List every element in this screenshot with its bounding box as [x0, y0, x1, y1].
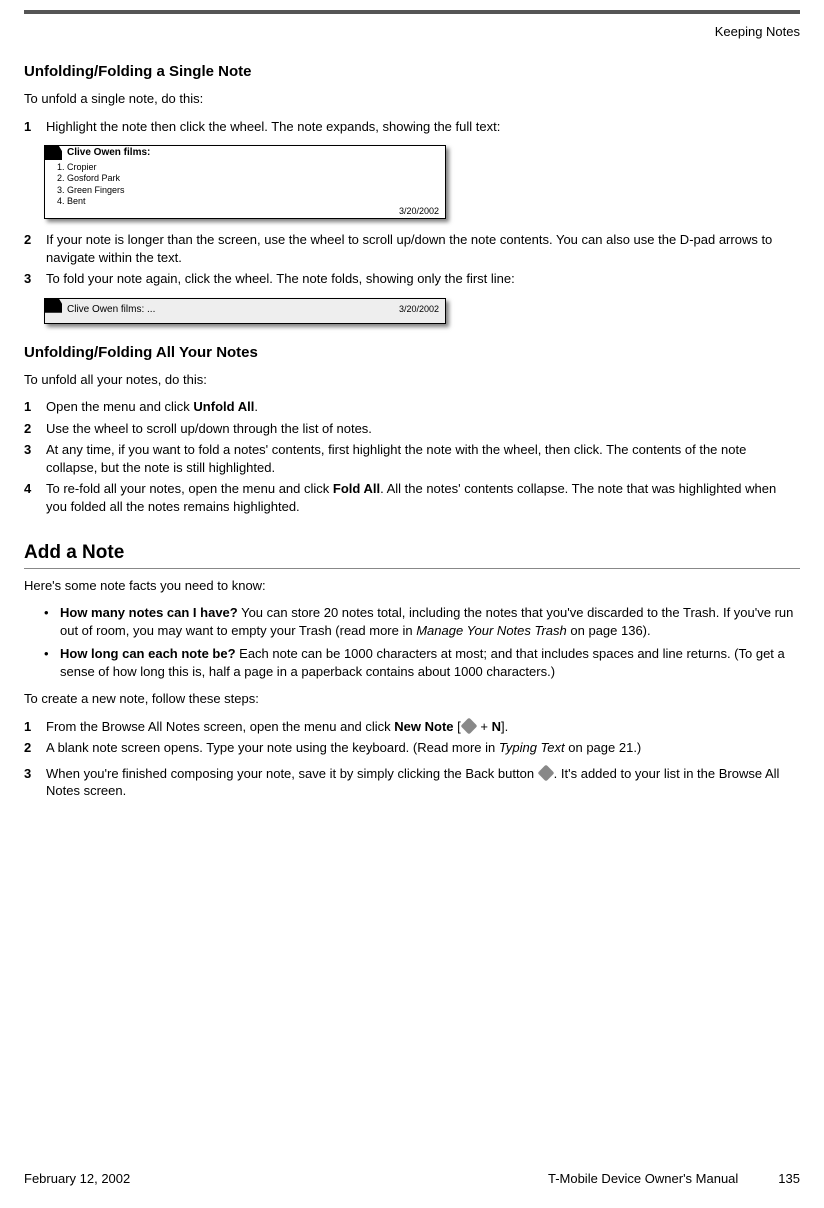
- step-number: 1: [24, 398, 46, 416]
- step-number: 2: [24, 231, 46, 266]
- footer-manual-title: T-Mobile Device Owner's Manual: [548, 1171, 738, 1186]
- steps-unfold-single: 1 Highlight the note then click the whee…: [24, 118, 800, 136]
- step-number: 1: [24, 118, 46, 136]
- step: 2 Use the wheel to scroll up/down throug…: [24, 420, 800, 438]
- bullet-text: How many notes can I have? You can store…: [60, 604, 800, 639]
- note-date: 3/20/2002: [399, 206, 439, 216]
- key-bold: N: [492, 719, 501, 734]
- text: A blank note screen opens. Type your not…: [46, 740, 499, 755]
- step: 1 Open the menu and click Unfold All.: [24, 398, 800, 416]
- text: To re-fold all your notes, open the menu…: [46, 481, 333, 496]
- crossref-italic: Typing Text: [499, 740, 565, 755]
- footer-page-number: 135: [778, 1171, 800, 1186]
- menu-item-bold: Fold All: [333, 481, 380, 496]
- step: 2 If your note is longer than the screen…: [24, 231, 800, 266]
- heading-add-note: Add a Note: [24, 542, 800, 569]
- step: 4 To re-fold all your notes, open the me…: [24, 480, 800, 515]
- note-title: Clive Owen films:: [67, 147, 150, 158]
- question-bold: How many notes can I have?: [60, 605, 238, 620]
- step-text: To fold your note again, click the wheel…: [46, 270, 800, 288]
- step-number: 2: [24, 739, 46, 757]
- step-text: Highlight the note then click the wheel.…: [46, 118, 800, 136]
- step: 3 At any time, if you want to fold a not…: [24, 441, 800, 476]
- text: [: [454, 719, 461, 734]
- step-number: 2: [24, 420, 46, 438]
- step-number: 1: [24, 718, 46, 736]
- footer-date: February 12, 2002: [24, 1171, 130, 1186]
- note-collapsed-screenshot: Clive Owen films: ... 3/20/2002: [44, 298, 446, 324]
- heading-unfold-single: Unfolding/Folding a Single Note: [24, 63, 800, 80]
- intro-create-note: To create a new note, follow these steps…: [24, 690, 800, 708]
- menu-key-icon: [460, 717, 477, 734]
- text: Open the menu and click: [46, 399, 193, 414]
- step-number: 3: [24, 441, 46, 476]
- step-text: At any time, if you want to fold a notes…: [46, 441, 800, 476]
- note-body: 1. Cropier 2. Gosford Park 3. Green Fing…: [57, 162, 125, 207]
- step-number: 4: [24, 480, 46, 515]
- step-text: Open the menu and click Unfold All.: [46, 398, 800, 416]
- step: 1 From the Browse All Notes screen, open…: [24, 718, 800, 736]
- step: 3 When you're finished composing your no…: [24, 765, 800, 800]
- steps-unfold-single-cont: 2 If your note is longer than the screen…: [24, 231, 800, 288]
- page-footer: February 12, 2002 T-Mobile Device Owner'…: [24, 1171, 800, 1186]
- question-bold: How long can each note be?: [60, 646, 236, 661]
- steps-create-note: 1 From the Browse All Notes screen, open…: [24, 718, 800, 800]
- intro-unfold-single: To unfold a single note, do this:: [24, 90, 800, 108]
- menu-item-bold: Unfold All: [193, 399, 254, 414]
- text: When you're finished composing your note…: [46, 766, 538, 781]
- step-text: A blank note screen opens. Type your not…: [46, 739, 800, 757]
- note-title: Clive Owen films: ...: [67, 304, 155, 315]
- text: From the Browse All Notes screen, open t…: [46, 719, 394, 734]
- text: on page 136).: [567, 623, 651, 638]
- menu-item-bold: New Note: [394, 719, 453, 734]
- text: on page 21.): [565, 740, 642, 755]
- back-button-icon: [537, 764, 554, 781]
- steps-unfold-all: 1 Open the menu and click Unfold All. 2 …: [24, 398, 800, 515]
- bullet-item: • How long can each note be? Each note c…: [44, 645, 800, 680]
- bullet-dot: •: [44, 604, 60, 639]
- step: 1 Highlight the note then click the whee…: [24, 118, 800, 136]
- bullets-add-note: • How many notes can I have? You can sto…: [44, 604, 800, 680]
- step: 2 A blank note screen opens. Type your n…: [24, 739, 800, 757]
- step-number: 3: [24, 765, 46, 800]
- note-date: 3/20/2002: [399, 304, 439, 314]
- step-text: From the Browse All Notes screen, open t…: [46, 718, 800, 736]
- intro-unfold-all: To unfold all your notes, do this:: [24, 371, 800, 389]
- step-text: To re-fold all your notes, open the menu…: [46, 480, 800, 515]
- heading-unfold-all: Unfolding/Folding All Your Notes: [24, 344, 800, 361]
- step-text: When you're finished composing your note…: [46, 765, 800, 800]
- bullet-dot: •: [44, 645, 60, 680]
- step-number: 3: [24, 270, 46, 288]
- bullet-item: • How many notes can I have? You can sto…: [44, 604, 800, 639]
- crossref-italic: Manage Your Notes Trash: [416, 623, 567, 638]
- step: 3 To fold your note again, click the whe…: [24, 270, 800, 288]
- step-text: Use the wheel to scroll up/down through …: [46, 420, 800, 438]
- text: ].: [501, 719, 508, 734]
- text: +: [477, 719, 492, 734]
- note-expanded-screenshot: Clive Owen films: 1. Cropier 2. Gosford …: [44, 145, 446, 219]
- running-header: Keeping Notes: [24, 24, 800, 39]
- top-rule: [24, 10, 800, 18]
- text: .: [254, 399, 258, 414]
- note-tab-icon: [44, 145, 62, 160]
- step-text: If your note is longer than the screen, …: [46, 231, 800, 266]
- note-tab-icon: [44, 298, 62, 313]
- intro-add-note: Here's some note facts you need to know:: [24, 577, 800, 595]
- bullet-text: How long can each note be? Each note can…: [60, 645, 800, 680]
